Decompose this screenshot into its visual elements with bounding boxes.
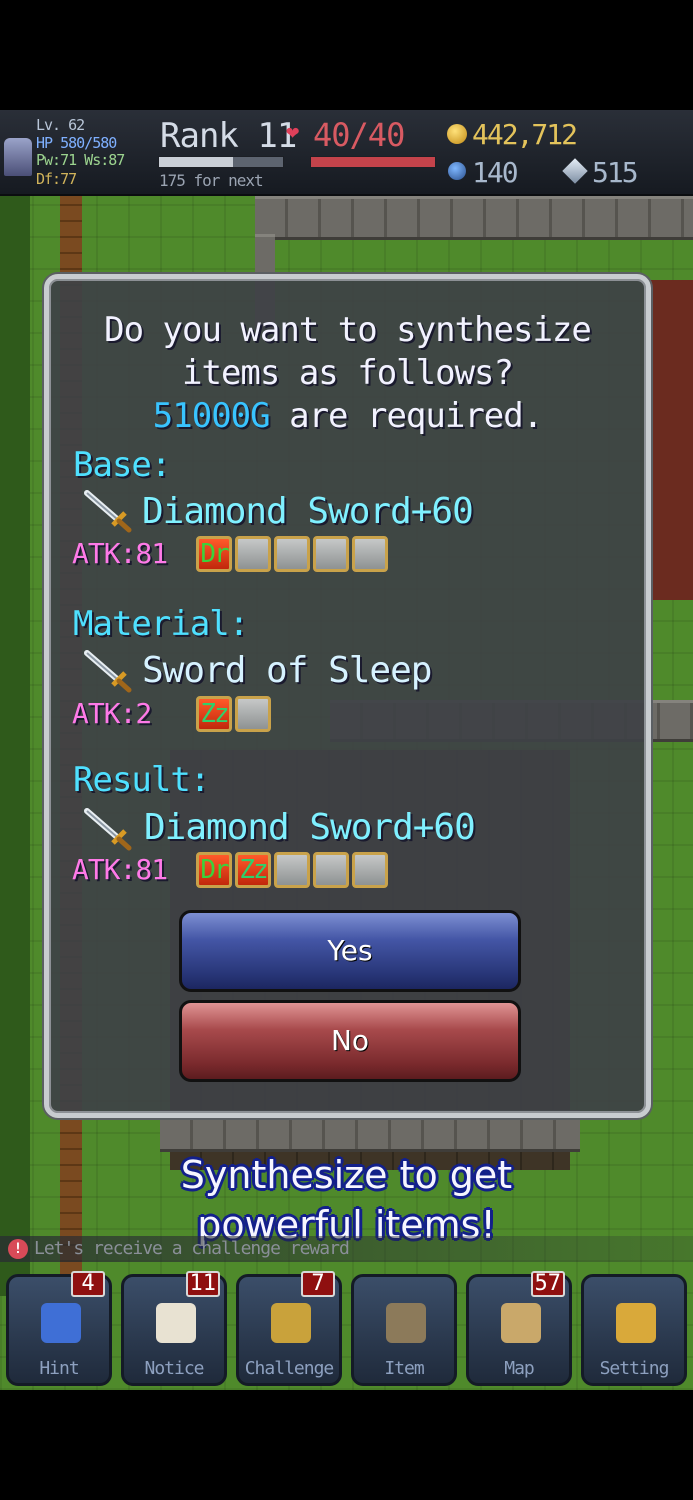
notification-text: Let's receive a challenge reward <box>34 1238 350 1259</box>
book-icon <box>616 1303 656 1343</box>
rank-next-text: 175 for next <box>159 171 264 190</box>
stamina-text: 40/40 <box>313 116 405 154</box>
base-heading: Base: <box>73 445 171 485</box>
base-slot-empty <box>235 536 271 572</box>
rank-text: Rank 11 <box>160 116 297 156</box>
nav-setting-button[interactable]: Setting <box>581 1274 687 1386</box>
hp-text: HP 580/580 <box>36 134 117 152</box>
nav-label: Hint <box>39 1358 79 1379</box>
result-slot-empty <box>352 852 388 888</box>
promo-caption: Synthesize to get powerful items! <box>0 1150 693 1250</box>
nav-item-button[interactable]: Item <box>351 1274 457 1386</box>
nav-challenge-button[interactable]: Challenge 7 <box>236 1271 342 1386</box>
question-line-1: Do you want to synthesize <box>104 310 592 350</box>
result-slot-empty <box>274 852 310 888</box>
pw-ws-text: Pw:71 Ws:87 <box>36 151 125 169</box>
synthesis-dialog: Do you want to synthesize items as follo… <box>44 274 651 1118</box>
caption-line-1: Synthesize to get <box>180 1153 513 1197</box>
material-slot-zz-effect: Zz <box>196 696 232 732</box>
result-slot-dr-effect: Dr <box>196 852 232 888</box>
no-button[interactable]: No <box>179 1000 521 1082</box>
result-slots: Dr Zz <box>196 852 388 888</box>
bag-icon <box>386 1303 426 1343</box>
nav-map-button[interactable]: Map 57 <box>466 1271 572 1386</box>
cost-amount: 51000G <box>152 396 271 436</box>
alert-icon: ! <box>8 1239 28 1259</box>
yes-button[interactable]: Yes <box>179 910 521 992</box>
stamina-bar <box>310 156 436 168</box>
dialog-question: Do you want to synthesize items as follo… <box>49 309 646 438</box>
material-heading: Material: <box>73 604 249 644</box>
base-slot-empty <box>274 536 310 572</box>
map-icon <box>501 1303 541 1343</box>
material-item-name: Sword of Sleep <box>142 650 432 691</box>
nav-label: Map <box>504 1358 535 1379</box>
rank-progress-bar <box>158 156 284 168</box>
base-slot-empty <box>352 536 388 572</box>
coin-icon <box>447 124 467 144</box>
question-line-3: 51000G are required. <box>49 395 646 438</box>
result-slot-zz-effect: Zz <box>235 852 271 888</box>
notification-strip[interactable]: ! Let's receive a challenge reward <box>0 1236 693 1262</box>
sword-icon <box>84 490 132 533</box>
count-badge: 11 <box>185 1271 220 1297</box>
sword-icon <box>84 808 132 851</box>
nav-label: Item <box>384 1358 424 1379</box>
result-item-name: Diamond Sword+60 <box>144 807 476 848</box>
hint-icon <box>41 1303 81 1343</box>
material-slots: Zz <box>196 696 271 732</box>
gem-amount: 515 <box>592 156 639 189</box>
df-text: Df:77 <box>36 170 77 188</box>
count-badge: 4 <box>71 1271 105 1297</box>
orb-amount: 140 <box>472 156 519 189</box>
count-badge: 7 <box>301 1271 335 1297</box>
orb-icon <box>448 162 466 180</box>
question-line-2: items as follows? <box>182 353 514 393</box>
cost-suffix: are required. <box>269 396 543 436</box>
base-slots: Dr <box>196 536 388 572</box>
letter-icon <box>156 1303 196 1343</box>
result-atk: ATK:81 <box>72 853 168 886</box>
base-slot-empty <box>313 536 349 572</box>
trophy-icon <box>271 1303 311 1343</box>
nav-label: Challenge <box>244 1358 335 1379</box>
material-slot-empty <box>235 696 271 732</box>
player-avatar[interactable] <box>4 138 32 176</box>
base-slot-dr-effect: Dr <box>196 536 232 572</box>
heart-icon: ❤ <box>286 120 300 145</box>
base-item-name: Diamond Sword+60 <box>142 491 474 532</box>
sword-icon <box>84 650 132 693</box>
level-text: Lv. 62 <box>36 116 85 134</box>
result-heading: Result: <box>73 760 210 800</box>
gold-amount: 442,712 <box>472 118 578 151</box>
result-slot-empty <box>313 852 349 888</box>
nav-label: Notice <box>144 1358 204 1379</box>
nav-hint-button[interactable]: Hint 4 <box>6 1271 112 1386</box>
nav-label: Setting <box>599 1358 670 1379</box>
base-atk: ATK:81 <box>72 537 168 570</box>
material-atk: ATK:2 <box>72 697 152 730</box>
count-badge: 57 <box>530 1271 565 1297</box>
nav-notice-button[interactable]: Notice 11 <box>121 1271 227 1386</box>
bottom-nav: Hint 4 Notice 11 Challenge 7 Item Map 57 Setting <box>0 1266 693 1390</box>
